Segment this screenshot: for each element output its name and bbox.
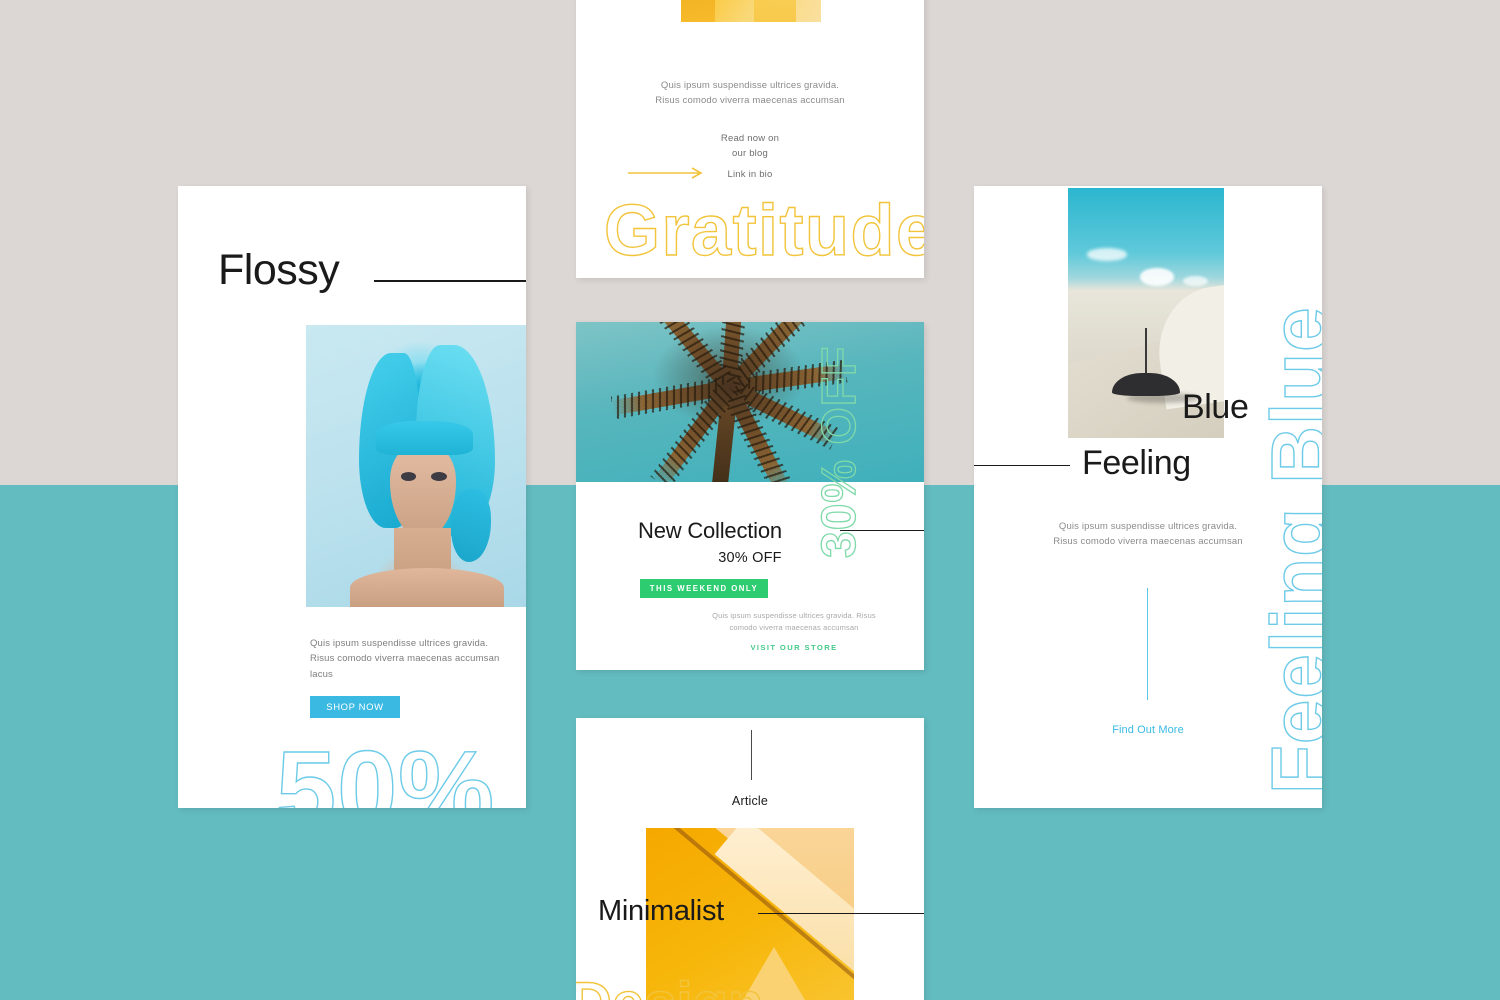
new-collection-title-rule (840, 530, 924, 532)
new-collection-photo (576, 322, 924, 482)
gratitude-body-text: Quis ipsum suspendisse ultrices gravida.… (655, 80, 845, 107)
photo-shape-cloud-1 (1086, 248, 1128, 261)
shop-now-button[interactable]: SHOP NOW (310, 696, 400, 718)
card-flossy[interactable]: Flossy 50% Flossy Quis ipsum suspendisse… (178, 186, 526, 808)
flossy-body-text: Quis ipsum suspendisse ultrices gravida.… (310, 638, 500, 680)
gratitude-ghost-text: Gratitude (603, 190, 924, 271)
photo-shape-cloud-2 (1139, 268, 1175, 286)
feeling-blue-word-feeling: Feeling (1082, 444, 1191, 482)
flossy-ghost-discount-text: 50% (275, 727, 496, 808)
flossy-photo (306, 325, 526, 607)
photo-shape-eye-right (431, 471, 447, 481)
minimalist-kicker: Article (731, 794, 769, 808)
minimalist-ghost-text: Design (576, 970, 764, 1000)
photo-shape-shoulder (350, 567, 504, 607)
feeling-blue-body-text: Quis ipsum suspendisse ultrices gravida.… (1053, 521, 1243, 548)
minimalist-title: Minimalist (598, 895, 724, 927)
link-in-bio-link[interactable]: Link in bio (680, 169, 820, 180)
card-minimalist[interactable]: Article Design Minimalist (576, 718, 924, 1000)
photo-shape-hair-lock (451, 488, 491, 562)
visit-our-store-link[interactable]: VISIT OUR STORE (704, 643, 884, 652)
feeling-blue-vertical-rule (1147, 588, 1149, 700)
photo-shape-cloud-3 (1183, 275, 1209, 286)
gratitude-photo (681, 0, 821, 22)
photo-shape-stripe-2 (753, 0, 796, 22)
minimalist-vertical-rule (751, 730, 753, 780)
photo-shape-eye-left (400, 471, 416, 481)
find-out-more-link[interactable]: Find Out More (1048, 724, 1248, 736)
read-line-1: Read now on (720, 133, 780, 144)
discount-value: 30% OFF (718, 550, 782, 566)
read-line-2: our blog (732, 147, 768, 159)
this-weekend-only-badge[interactable]: THIS WEEKEND ONLY (640, 579, 768, 598)
minimalist-title-rule (758, 913, 924, 915)
new-collection-title: New Collection (638, 518, 782, 543)
card-new-collection[interactable]: 30% OFF New Collection 30% OFF THIS WEEK… (576, 322, 924, 670)
card-feeling-blue[interactable]: Feeling Blue Blue Feeling Quis ipsum sus… (974, 186, 1322, 808)
card-gratitude[interactable]: Quis ipsum suspendisse ultrices gravida.… (576, 0, 924, 278)
new-collection-body-text: Quis ipsum suspendisse ultrices gravida.… (712, 611, 876, 633)
gratitude-read-prompt: Read now on our blog (670, 132, 830, 161)
feeling-blue-word-blue: Blue (1182, 388, 1249, 426)
flossy-title-rule (374, 280, 526, 282)
feeling-blue-rule (974, 465, 1070, 467)
flossy-title: Flossy (218, 246, 340, 294)
photo-shape-stripe-1 (681, 0, 715, 22)
new-collection-ghost-text: 30% OFF (812, 345, 866, 559)
feeling-blue-ghost-text: Feeling Blue (1254, 306, 1322, 795)
photo-shape-bangs (376, 420, 474, 455)
